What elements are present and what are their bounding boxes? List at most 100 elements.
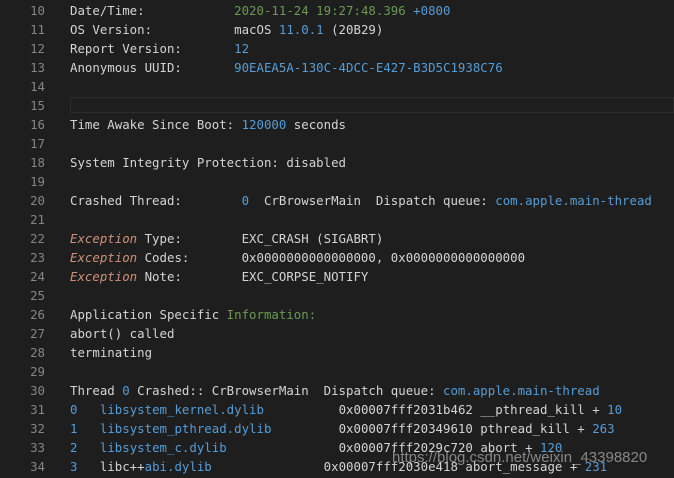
code-line[interactable]: 27 abort() called — [0, 324, 674, 343]
line-number: 33 — [30, 440, 45, 455]
line-content: Time Awake Since Boot: 120000 seconds — [70, 115, 346, 134]
code-token: abort() called — [70, 326, 175, 341]
line-content: terminating — [70, 343, 152, 362]
line-number: 18 — [30, 155, 45, 170]
code-token: 0x00007fff20349610 pthread_kill + — [271, 421, 593, 436]
code-token: abi.dylib — [144, 459, 212, 474]
line-number: 29 — [30, 364, 45, 379]
code-token: System Integrity Protection: disabled — [70, 155, 347, 170]
code-token: libc++ — [77, 459, 145, 474]
code-line[interactable]: 21 — [0, 210, 674, 229]
code-token: (20B29) — [323, 22, 384, 37]
code-line[interactable]: 29 — [0, 362, 674, 381]
code-line[interactable]: 13 Anonymous UUID: 90EAEA5A-130C-4DCC-E42… — [0, 58, 674, 77]
code-line[interactable]: 18 System Integrity Protection: disabled — [0, 153, 674, 172]
code-token: Information: — [226, 307, 317, 322]
line-number: 13 — [30, 60, 45, 75]
code-token: terminating — [70, 345, 153, 360]
line-number: 12 — [30, 41, 45, 56]
code-token: com.apple.main-thread — [443, 383, 600, 398]
code-token: 0 — [122, 383, 130, 398]
code-token: Date/Time: — [70, 3, 235, 18]
code-token: Exception — [70, 231, 138, 246]
code-line[interactable]: 25 — [0, 286, 674, 305]
current-line-highlight — [70, 97, 674, 113]
line-number: 26 — [30, 307, 45, 322]
code-token: Report Version: — [70, 41, 235, 56]
code-line[interactable]: 30 Thread 0 Crashed:: CrBrowserMain Dispa… — [0, 381, 674, 400]
line-content: abort() called — [70, 324, 174, 343]
line-content: Exception Note: EXC_CORPSE_NOTIFY — [70, 267, 368, 286]
line-number: 10 — [30, 3, 45, 18]
code-token: 90EAEA5A-130C-4DCC-E427-B3D5C1938C76 — [234, 60, 503, 75]
code-token: 0x00007fff2031b462 __pthread_kill + — [263, 402, 608, 417]
code-line[interactable]: 16 Time Awake Since Boot: 120000 seconds — [0, 115, 674, 134]
code-token: Exception — [70, 250, 138, 265]
code-token: Anonymous UUID: — [70, 60, 235, 75]
code-token: Type: EXC_CRASH (SIGABRT) — [137, 231, 384, 246]
code-token: com.apple.main-thread — [495, 193, 652, 208]
code-token: seconds — [286, 117, 347, 132]
code-token: Crashed:: CrBrowserMain Dispatch queue: — [129, 383, 443, 398]
code-token: 12 — [234, 41, 250, 56]
line-number: 15 — [30, 98, 45, 113]
code-line[interactable]: 11 OS Version: macOS 11.0.1 (20B29) — [0, 20, 674, 39]
code-line[interactable]: 32 1 libsystem_pthread.dylib 0x00007fff20… — [0, 419, 674, 438]
code-line[interactable]: 15 — [0, 96, 674, 115]
line-content: Report Version: 12 — [70, 39, 249, 58]
line-number: 22 — [30, 231, 45, 246]
code-token: 2020-11-24 19:27:48.396 — [234, 3, 414, 18]
line-content: Exception Type: EXC_CRASH (SIGABRT) — [70, 229, 383, 248]
line-number: 31 — [30, 402, 45, 417]
line-number: 32 — [30, 421, 45, 436]
line-number: 24 — [30, 269, 45, 284]
code-line[interactable]: 12 Report Version: 12 — [0, 39, 674, 58]
code-editor[interactable]: 10 Date/Time: 2020-11-24 19:27:48.396 +08… — [0, 0, 674, 478]
line-number: 28 — [30, 345, 45, 360]
code-line[interactable]: 26 Application Specific Information: — [0, 305, 674, 324]
code-token: 263 — [592, 421, 615, 436]
code-token: +0800 — [413, 3, 451, 18]
watermark: https://blog.csdn.net/weixin_43398820 — [392, 449, 648, 466]
line-number: 30 — [30, 383, 45, 398]
code-token: Exception — [70, 269, 138, 284]
line-content: 1 libsystem_pthread.dylib 0x00007fff2034… — [70, 419, 615, 438]
code-line[interactable]: 31 0 libsystem_kernel.dylib 0x00007fff203… — [0, 400, 674, 419]
code-line[interactable]: 22 Exception Type: EXC_CRASH (SIGABRT) — [0, 229, 674, 248]
line-number: 17 — [30, 136, 45, 151]
code-token: Application Specific — [70, 307, 227, 322]
code-token: libsystem_pthread.dylib — [99, 421, 272, 436]
code-line[interactable]: 10 Date/Time: 2020-11-24 19:27:48.396 +08… — [0, 1, 674, 20]
line-content: Exception Codes: 0x0000000000000000, 0x0… — [70, 248, 525, 267]
line-number: 14 — [30, 79, 45, 94]
code-line[interactable]: 24 Exception Note: EXC_CORPSE_NOTIFY — [0, 267, 674, 286]
line-number: 27 — [30, 326, 45, 341]
code-token: 120000 — [241, 117, 287, 132]
code-token: Time Awake Since Boot: — [70, 117, 242, 132]
code-line[interactable]: 17 — [0, 134, 674, 153]
code-token: OS Version: macOS — [70, 22, 279, 37]
code-token: libsystem_c.dylib — [99, 440, 227, 455]
code-line[interactable]: 19 — [0, 172, 674, 191]
code-token: Crashed Thread: — [70, 193, 242, 208]
code-token: Note: EXC_CORPSE_NOTIFY — [137, 269, 369, 284]
line-number: 23 — [30, 250, 45, 265]
line-number: 11 — [30, 22, 45, 37]
code-line[interactable]: 23 Exception Codes: 0x0000000000000000, 0… — [0, 248, 674, 267]
line-number: 34 — [30, 459, 45, 474]
line-number: 25 — [30, 288, 45, 303]
code-token: libsystem_kernel.dylib — [99, 402, 264, 417]
code-token: Codes: 0x0000000000000000, 0x00000000000… — [137, 250, 526, 265]
line-content: Application Specific Information: — [70, 305, 316, 324]
code-line[interactable]: 14 — [0, 77, 674, 96]
code-token: Thread — [70, 383, 123, 398]
code-token: 10 — [607, 402, 623, 417]
code-line[interactable]: 28 terminating — [0, 343, 674, 362]
line-number: 20 — [30, 193, 45, 208]
line-number: 19 — [30, 174, 45, 189]
code-line[interactable]: 20 Crashed Thread: 0 CrBrowserMain Dispat… — [0, 191, 674, 210]
line-number: 16 — [30, 117, 45, 132]
line-content: Thread 0 Crashed:: CrBrowserMain Dispatc… — [70, 381, 600, 400]
